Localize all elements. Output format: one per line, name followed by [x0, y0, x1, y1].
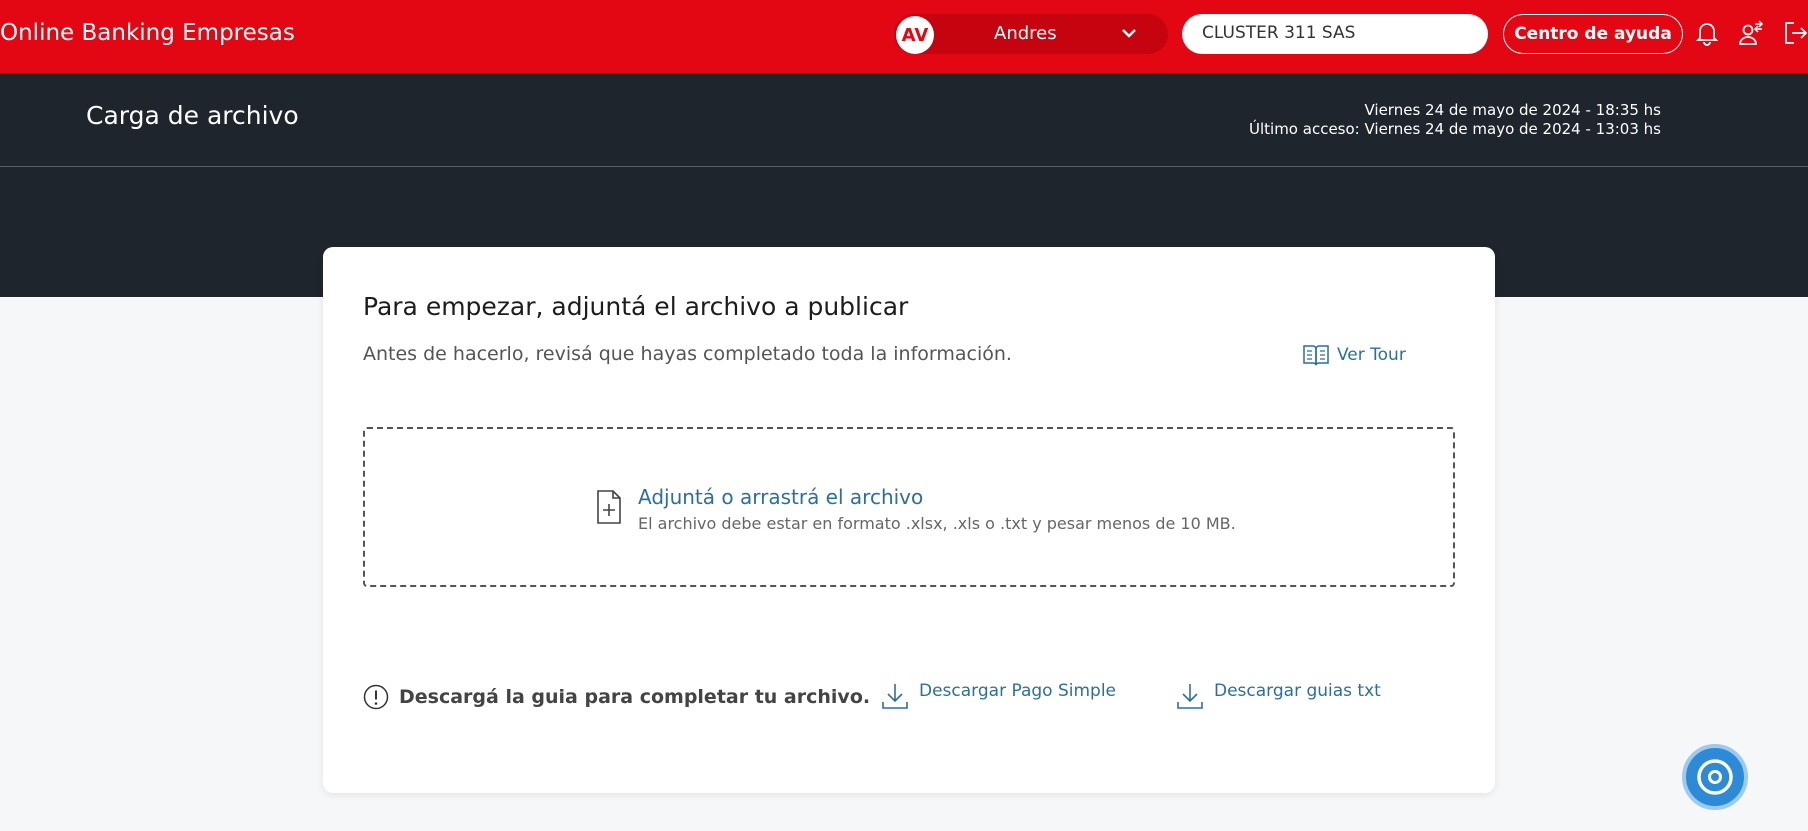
download-icon — [1177, 684, 1203, 709]
ver-tour-label: Ver Tour — [1337, 345, 1406, 365]
info-icon — [363, 684, 389, 710]
file-dropzone[interactable]: Adjuntá o arrastrá el archivo El archivo… — [363, 427, 1455, 587]
brand-title: Online Banking Empresas — [0, 20, 295, 46]
attach-file-link[interactable]: Adjuntá o arrastrá el archivo — [638, 485, 923, 509]
logout-icon[interactable] — [1782, 20, 1808, 46]
lifebuoy-icon — [1697, 759, 1733, 795]
current-date: Viernes 24 de mayo de 2024 - 18:35 hs — [1364, 101, 1661, 119]
page-title: Carga de archivo — [86, 101, 299, 130]
chat-assistant-button[interactable] — [1682, 744, 1748, 810]
upload-card: Para empezar, adjuntá el archivo a publi… — [323, 247, 1495, 793]
download-icon — [882, 684, 908, 709]
help-center-button[interactable]: Centro de ayuda — [1503, 14, 1683, 54]
download-guias-txt-label: Descargar guias txt — [1214, 681, 1381, 701]
download-pago-simple-label: Descargar Pago Simple — [919, 681, 1117, 701]
company-selector[interactable]: CLUSTER 311 SAS — [1182, 14, 1488, 54]
user-name: Andres — [994, 23, 1057, 44]
card-subtitle: Antes de hacerlo, revisá que hayas compl… — [363, 343, 1012, 365]
top-bar: Online Banking Empresas AV Andres CLUSTE… — [0, 0, 1808, 73]
session-dates: Viernes 24 de mayo de 2024 - 18:35 hs Úl… — [1249, 101, 1661, 139]
switch-user-icon[interactable] — [1738, 20, 1764, 46]
last-access: Último acceso: Viernes 24 de mayo de 202… — [1249, 120, 1661, 138]
avatar: AV — [896, 16, 934, 54]
header-divider — [0, 166, 1808, 167]
download-guias-txt-link[interactable]: Descargar guias txt — [1176, 681, 1381, 711]
chevron-down-icon — [1122, 29, 1136, 38]
bell-icon[interactable] — [1694, 20, 1720, 46]
ver-tour-link[interactable]: Ver Tour — [1303, 344, 1406, 366]
user-selector[interactable]: AV Andres — [894, 14, 1168, 54]
file-format-hint: El archivo debe estar en formato .xlsx, … — [638, 514, 1236, 533]
book-icon — [1303, 345, 1329, 366]
download-pago-simple-link[interactable]: Descargar Pago Simple — [881, 681, 1116, 711]
guide-text: Descargá la guia para completar tu archi… — [399, 686, 871, 708]
card-title: Para empezar, adjuntá el archivo a publi… — [363, 292, 909, 321]
guide-note: Descargá la guia para completar tu archi… — [363, 684, 870, 710]
add-file-icon — [597, 490, 621, 524]
